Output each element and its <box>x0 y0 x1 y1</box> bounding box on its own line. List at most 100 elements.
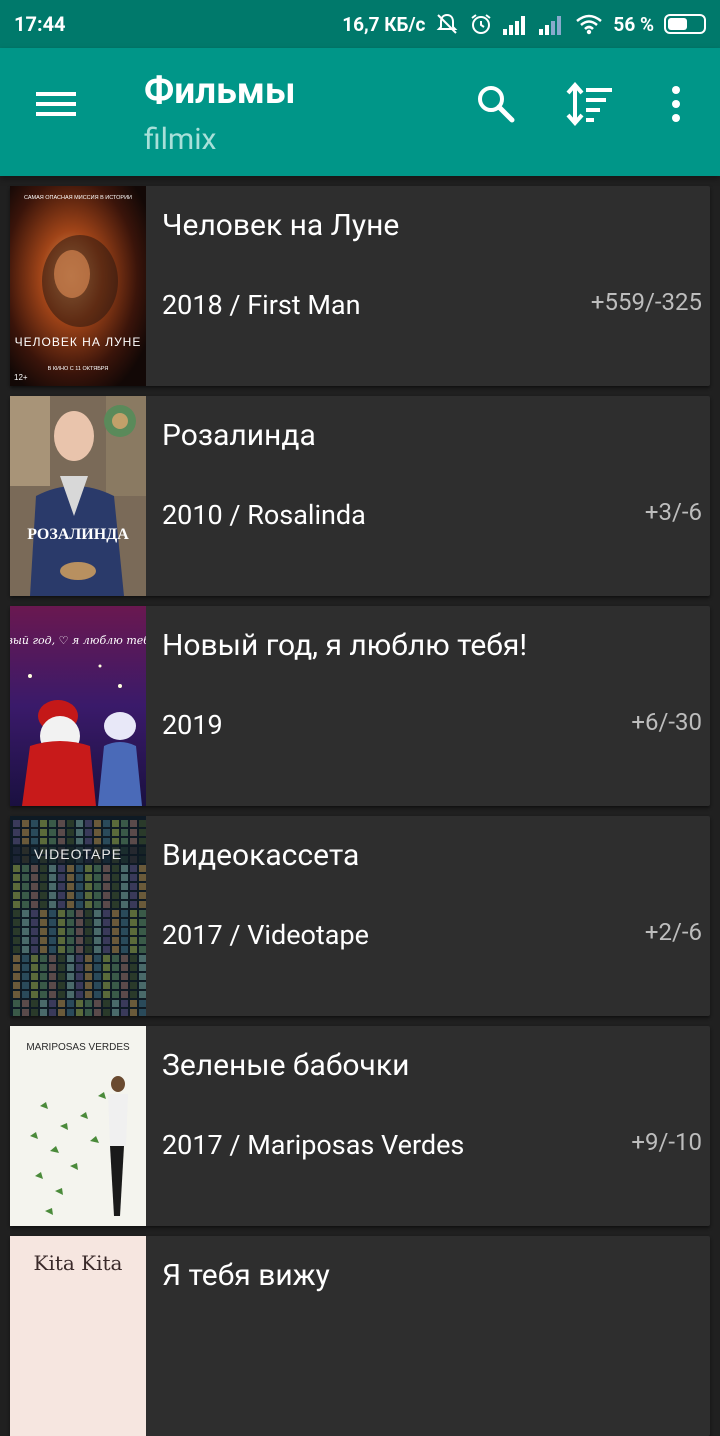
poster-grid-cell <box>103 1009 110 1016</box>
movie-title: Человек на Луне <box>162 208 400 243</box>
poster-age-rating: 12+ <box>14 373 28 382</box>
poster-grid-cell <box>49 946 56 953</box>
poster-grid-cell <box>49 865 56 872</box>
movie-title: Видеокассета <box>162 838 360 873</box>
poster-grid-cell <box>94 901 101 908</box>
poster-grid-cell <box>13 865 20 872</box>
poster-grid-cell <box>58 883 65 890</box>
poster-grid-cell <box>76 955 83 962</box>
poster-grid-cell <box>58 946 65 953</box>
movie-card[interactable]: MARIPOSAS VERDES Зеленые бабочки 2017 / … <box>10 1026 710 1226</box>
status-icons: 16,7 КБ/с 56 % <box>342 12 706 36</box>
poster-grid-cell <box>49 1009 56 1016</box>
poster-grid-cell <box>49 955 56 962</box>
poster-grid-cell <box>121 982 128 989</box>
poster-grid-cell <box>112 838 119 845</box>
poster-grid-cell <box>13 1000 20 1007</box>
movie-card[interactable]: РОЗАЛИНДА Розалинда 2010 / Rosalinda +3/… <box>10 396 710 596</box>
poster-grid-cell <box>130 1009 137 1016</box>
poster-grid-cell <box>67 946 74 953</box>
poster-grid-cell <box>139 982 146 989</box>
poster-grid-cell <box>85 946 92 953</box>
poster-grid-cell <box>130 910 137 917</box>
movie-card[interactable]: Новый год, ♡ я люблю тебя! Новый год, я … <box>10 606 710 806</box>
poster-grid-cell <box>58 1009 65 1016</box>
poster-grid-cell <box>49 820 56 827</box>
poster-grid-cell <box>94 973 101 980</box>
poster-grid-cell <box>13 1009 20 1016</box>
poster-grid-cell <box>40 937 47 944</box>
poster-grid-cell <box>85 1009 92 1016</box>
sort-button[interactable] <box>566 81 616 127</box>
poster-grid-cell <box>76 946 83 953</box>
poster-grid-cell <box>58 928 65 935</box>
poster-grid-cell <box>130 982 137 989</box>
poster-grid-cell <box>121 946 128 953</box>
movie-card[interactable]: Kita Kita Я тебя вижу <box>10 1236 710 1436</box>
movie-poster: MARIPOSAS VERDES <box>10 1026 146 1226</box>
more-options-button[interactable] <box>662 82 690 126</box>
poster-grid-cell <box>40 820 47 827</box>
poster-grid-cell <box>130 838 137 845</box>
poster-grid-cell <box>40 910 47 917</box>
poster-grid-cell <box>49 928 56 935</box>
movie-rating: +3/-6 <box>644 498 702 526</box>
search-icon <box>478 86 515 123</box>
poster-grid-cell <box>76 964 83 971</box>
movie-rating: +559/-325 <box>590 288 702 316</box>
poster-grid-cell <box>103 820 110 827</box>
movie-rating: +6/-30 <box>631 708 702 736</box>
poster-grid-cell <box>103 892 110 899</box>
more-vert-icon <box>672 86 680 122</box>
poster-grid-cell <box>31 928 38 935</box>
poster-grid-cell <box>112 829 119 836</box>
poster-grid-cell <box>139 964 146 971</box>
poster-grid-cell <box>76 1009 83 1016</box>
poster-grid-cell <box>49 973 56 980</box>
poster-grid-cell <box>121 991 128 998</box>
poster-grid-cell <box>94 1000 101 1007</box>
alarm-icon <box>469 12 493 36</box>
poster-grid-cell <box>76 874 83 881</box>
poster-grid-cell <box>112 901 119 908</box>
search-button[interactable] <box>474 82 518 126</box>
poster-grid-cell <box>31 874 38 881</box>
poster-grid-cell <box>58 865 65 872</box>
poster-grid-cell <box>67 928 74 935</box>
poster-grid-cell <box>121 901 128 908</box>
poster-grid-cell <box>67 883 74 890</box>
menu-button[interactable] <box>36 88 76 120</box>
poster-grid-cell <box>85 928 92 935</box>
poster-grid-cell <box>94 919 101 926</box>
poster-grid-cell <box>121 1000 128 1007</box>
poster-grid-cell <box>112 1009 119 1016</box>
poster-grid-cell <box>130 991 137 998</box>
poster-grid-cell <box>130 919 137 926</box>
poster-grid-cell <box>94 964 101 971</box>
poster-grid-cell <box>31 937 38 944</box>
poster-grid-cell <box>103 838 110 845</box>
poster-grid-cell <box>67 1000 74 1007</box>
mute-icon <box>435 12 459 36</box>
poster-grid-cell <box>130 955 137 962</box>
poster-grid-cell <box>22 865 29 872</box>
poster-grid-cell <box>130 973 137 980</box>
poster-grid-cell <box>130 937 137 944</box>
poster-grid-cell <box>103 973 110 980</box>
poster-grid-cell <box>121 937 128 944</box>
poster-grid-cell <box>85 991 92 998</box>
poster-grid-cell <box>31 1000 38 1007</box>
poster-grid-cell <box>112 865 119 872</box>
poster-grid-cell <box>130 901 137 908</box>
movie-card[interactable]: VIDEOTAPE Видеокассета 2017 / Videotape … <box>10 816 710 1016</box>
poster-grid-cell <box>76 1000 83 1007</box>
poster-grid-cell <box>112 928 119 935</box>
movie-card[interactable]: САМАЯ ОПАСНАЯ МИССИЯ В ИСТОРИИ ЧЕЛОВЕК Н… <box>10 186 710 386</box>
poster-grid-cell <box>130 946 137 953</box>
poster-grid-cell <box>103 964 110 971</box>
poster-grid-cell <box>76 883 83 890</box>
poster-grid-cell <box>139 892 146 899</box>
poster-grid-cell <box>40 991 47 998</box>
poster-grid-cell <box>103 883 110 890</box>
poster-title-text: ЧЕЛОВЕК НА ЛУНЕ <box>15 335 142 349</box>
